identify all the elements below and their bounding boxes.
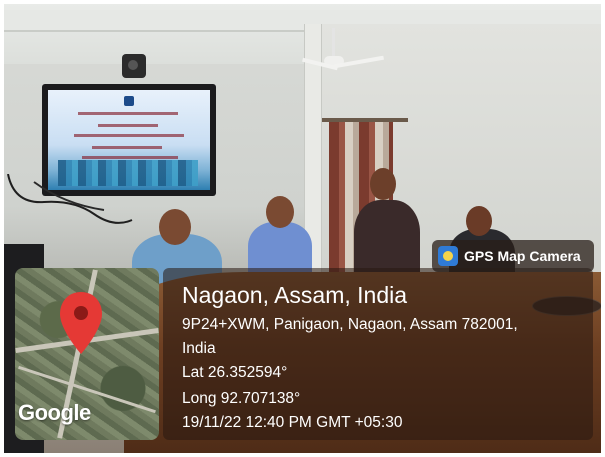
gps-map-camera-icon <box>438 246 458 266</box>
cables <box>7 174 133 224</box>
google-logo: Google <box>18 400 91 425</box>
person-head <box>159 209 191 245</box>
person-head <box>370 168 396 200</box>
person-head <box>466 206 492 236</box>
location-title: Nagaon, Assam, India <box>182 282 408 308</box>
gps-map-camera-badge: GPS Map Camera <box>432 240 594 272</box>
longitude: Long 92.707138° <box>182 390 301 407</box>
ceiling-fan <box>294 28 384 78</box>
camera-lens <box>128 60 138 70</box>
latitude: Lat 26.352594° <box>182 364 288 381</box>
address-line-2: India <box>182 340 216 357</box>
timestamp: 19/11/22 12:40 PM GMT +05:30 <box>182 414 403 431</box>
address-line-1: 9P24+XWM, Panigaon, Nagaon, Assam 782001… <box>182 316 518 333</box>
map-pin-icon <box>60 292 102 354</box>
badge-label: GPS Map Camera <box>464 248 581 264</box>
person-head <box>266 196 294 228</box>
